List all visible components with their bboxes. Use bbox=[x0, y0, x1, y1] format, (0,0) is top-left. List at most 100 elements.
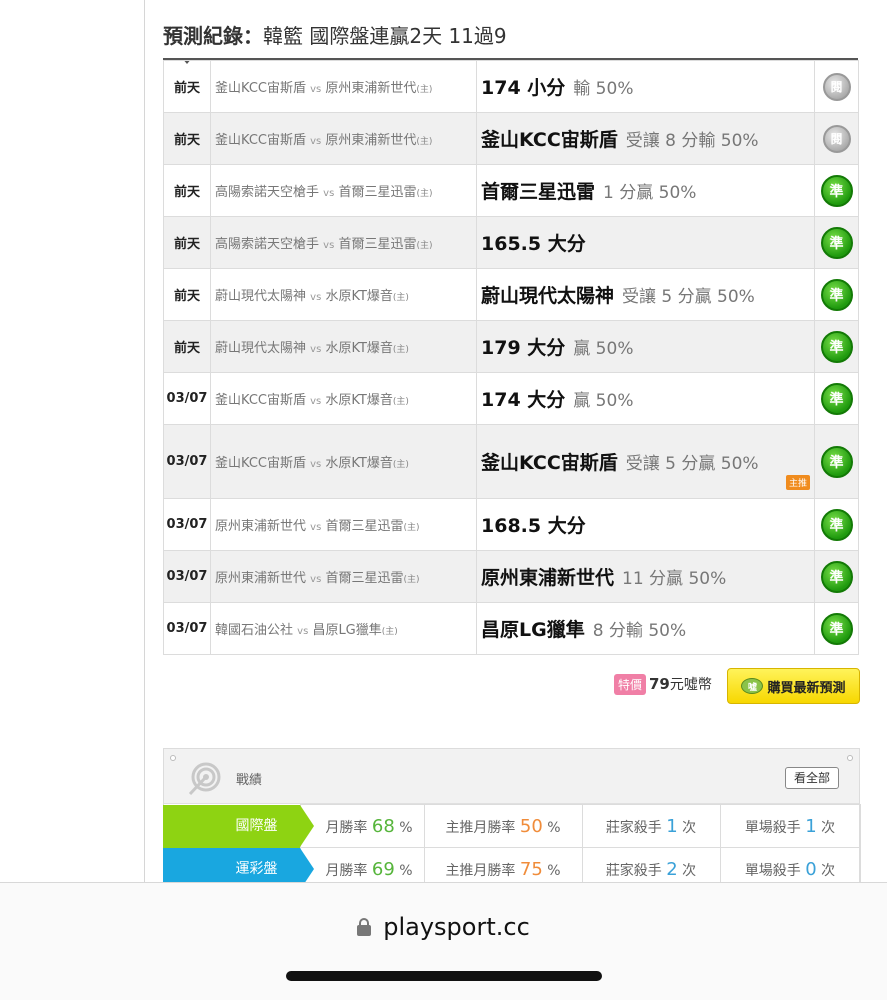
vs-label: vs bbox=[310, 136, 322, 147]
away-team: 原州東浦新世代 bbox=[325, 133, 417, 148]
times-unit: 次 bbox=[821, 862, 836, 879]
away-team: 首爾三星迅雷 bbox=[338, 237, 417, 252]
record-row: 前天 高陽索諾天空槍手 vs 首爾三星迅雷(主) 165.5 大分 準 bbox=[163, 216, 859, 269]
away-team: 首爾三星迅雷 bbox=[325, 519, 404, 534]
row-result: 準 bbox=[814, 498, 859, 551]
row-match[interactable]: 高陽索諾天空槍手 vs 首爾三星迅雷(主) bbox=[210, 216, 477, 269]
vs-label: vs bbox=[310, 344, 322, 355]
row-match[interactable]: 蔚山現代太陽神 vs 水原KT爆音(主) bbox=[210, 268, 477, 321]
left-gutter bbox=[0, 0, 145, 885]
row-result: 準 bbox=[814, 372, 859, 425]
record-row: 03/07 韓國石油公社 vs 昌原LG獵隼(主) 昌原LG獵隼 8 分輸 50% 準 bbox=[163, 602, 859, 655]
row-pick: 釜山KCC宙斯盾 受讓 5 分贏 50% 主推 bbox=[476, 424, 815, 499]
home-team: 釜山KCC宙斯盾 bbox=[215, 81, 306, 96]
single-game-killer: 單場殺手 1 次 bbox=[719, 804, 861, 848]
main-pick-win-rate-label: 主推月勝率 bbox=[445, 819, 516, 836]
result-badge-icon[interactable]: 閱 bbox=[822, 124, 851, 153]
host-mark: (主) bbox=[416, 137, 433, 147]
url-field[interactable]: playsport.cc bbox=[0, 913, 887, 941]
away-team: 原州東浦新世代 bbox=[325, 81, 417, 96]
vs-label: vs bbox=[310, 522, 322, 533]
pick-main: 174 小分 bbox=[481, 77, 566, 99]
single-game-killer-label: 單場殺手 bbox=[744, 819, 801, 836]
percent-unit: % bbox=[399, 862, 413, 879]
row-result: 準 bbox=[814, 550, 859, 603]
vs-label: vs bbox=[323, 240, 335, 251]
row-match[interactable]: 高陽索諾天空槍手 vs 首爾三星迅雷(主) bbox=[210, 164, 477, 217]
row-date: 前天 bbox=[163, 320, 211, 373]
vs-label: vs bbox=[310, 84, 322, 95]
row-result: 準 bbox=[814, 320, 859, 373]
pick-detail: 受讓 8 分輸 50% bbox=[625, 131, 759, 151]
single-game-killer-label: 單場殺手 bbox=[744, 862, 801, 879]
row-match[interactable]: 釜山KCC宙斯盾 vs 原州東浦新世代(主) bbox=[210, 112, 477, 165]
row-result: 準 bbox=[814, 424, 859, 499]
pick-main: 昌原LG獵隼 bbox=[481, 619, 585, 641]
price-number: 79 bbox=[649, 675, 670, 693]
vs-label: vs bbox=[297, 626, 309, 637]
row-date: 03/07 bbox=[163, 602, 211, 655]
row-date: 前天 bbox=[163, 268, 211, 321]
result-badge-icon: 準 bbox=[820, 226, 853, 259]
pick-main: 釜山KCC宙斯盾 bbox=[481, 452, 618, 474]
row-result: 閱 bbox=[814, 112, 859, 165]
row-result: 閱 bbox=[814, 60, 859, 113]
row-match[interactable]: 釜山KCC宙斯盾 vs 原州東浦新世代(主) bbox=[210, 60, 477, 113]
row-match[interactable]: 釜山KCC宙斯盾 vs 水原KT爆音(主) bbox=[210, 372, 477, 425]
row-pick: 原州東浦新世代 11 分贏 50% bbox=[476, 550, 815, 603]
host-mark: (主) bbox=[403, 575, 420, 585]
result-badge-icon: 準 bbox=[820, 560, 853, 593]
corner-dot bbox=[847, 755, 853, 761]
row-match[interactable]: 釜山KCC宙斯盾 vs 水原KT爆音(主) bbox=[210, 424, 477, 499]
pick-main: 165.5 大分 bbox=[481, 233, 586, 255]
row-match[interactable]: 韓國石油公社 vs 昌原LG獵隼(主) bbox=[210, 602, 477, 655]
purchase-row: 特價 79元噓幣 噓 購買最新預測 bbox=[163, 668, 860, 704]
row-date: 前天 bbox=[163, 216, 211, 269]
times-unit: 次 bbox=[682, 862, 697, 879]
result-badge-icon: 準 bbox=[820, 174, 853, 207]
home-team: 韓國石油公社 bbox=[215, 623, 294, 638]
result-badge-icon: 準 bbox=[820, 382, 853, 415]
record-title-prefix: 預測紀錄： bbox=[163, 24, 263, 48]
away-team: 首爾三星迅雷 bbox=[325, 571, 404, 586]
row-pick: 首爾三星迅雷 1 分贏 50% bbox=[476, 164, 815, 217]
row-date: 前天 bbox=[163, 60, 211, 113]
row-result: 準 bbox=[814, 164, 859, 217]
home-team: 蔚山現代太陽神 bbox=[215, 341, 307, 356]
row-match[interactable]: 原州東浦新世代 vs 首爾三星迅雷(主) bbox=[210, 550, 477, 603]
row-result: 準 bbox=[814, 216, 859, 269]
row-pick: 174 大分贏 50% bbox=[476, 372, 815, 425]
banker-killer: 莊家殺手 1 次 bbox=[581, 804, 721, 848]
special-price-badge: 特價 bbox=[614, 674, 647, 695]
category-label: 運彩盤 bbox=[235, 860, 278, 877]
lock-icon bbox=[357, 918, 372, 936]
row-date: 03/07 bbox=[163, 424, 211, 499]
pick-detail: 贏 50% bbox=[573, 391, 634, 411]
host-mark: (主) bbox=[416, 241, 433, 251]
record-row: 前天 高陽索諾天空槍手 vs 首爾三星迅雷(主) 首爾三星迅雷 1 分贏 50% 準 bbox=[163, 164, 859, 217]
vs-label: vs bbox=[310, 292, 322, 303]
category-flag: 國際盤 bbox=[163, 804, 313, 848]
see-all-button[interactable]: 看全部 bbox=[784, 767, 839, 789]
home-indicator[interactable] bbox=[286, 971, 602, 981]
row-pick: 昌原LG獵隼 8 分輸 50% bbox=[476, 602, 815, 655]
buy-latest-prediction-button[interactable]: 噓 購買最新預測 bbox=[727, 668, 860, 704]
record-row: 前天 蔚山現代太陽神 vs 水原KT爆音(主) 蔚山現代太陽神 受讓 5 分贏 50%… bbox=[163, 268, 859, 321]
row-match[interactable]: 蔚山現代太陽神 vs 水原KT爆音(主) bbox=[210, 320, 477, 373]
row-match[interactable]: 原州東浦新世代 vs 首爾三星迅雷(主) bbox=[210, 498, 477, 551]
record-row: 前天 蔚山現代太陽神 vs 水原KT爆音(主) 179 大分贏 50% 準 bbox=[163, 320, 859, 373]
host-mark: (主) bbox=[381, 627, 398, 637]
pick-main: 首爾三星迅雷 bbox=[481, 181, 596, 203]
result-badge-icon[interactable]: 閱 bbox=[822, 72, 851, 101]
main-pick-win-rate-label: 主推月勝率 bbox=[445, 862, 516, 879]
vs-label: vs bbox=[310, 459, 322, 470]
banker-killer-label: 莊家殺手 bbox=[605, 862, 662, 879]
record-row: 前天 釜山KCC宙斯盾 vs 原州東浦新世代(主) 釜山KCC宙斯盾 受讓 8 分輸 … bbox=[163, 112, 859, 165]
stats-table: 國際盤 月勝率 68 % 主推月勝率 50 % 莊家殺手 1 次單場殺手 1 次運彩盤… bbox=[163, 804, 861, 891]
pick-main: 174 大分 bbox=[481, 389, 566, 411]
times-unit: 次 bbox=[821, 819, 836, 836]
away-team: 水原KT爆音 bbox=[325, 341, 393, 356]
row-date: 前天 bbox=[163, 112, 211, 165]
single-game-killer-value: 1 bbox=[805, 815, 817, 837]
home-team: 原州東浦新世代 bbox=[215, 571, 307, 586]
